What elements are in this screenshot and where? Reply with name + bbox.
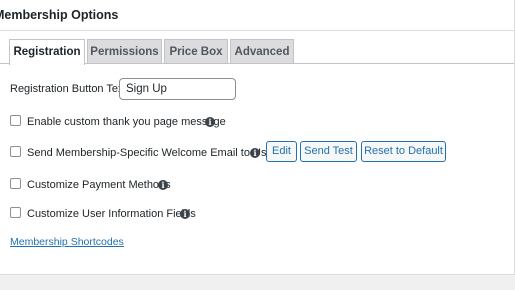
custom-thank-you-label: Enable custom thank you page message bbox=[27, 116, 226, 128]
info-icon[interactable]: i bbox=[205, 117, 215, 127]
info-icon[interactable]: i bbox=[250, 148, 260, 158]
edit-email-button[interactable]: Edit bbox=[266, 141, 297, 162]
tab-registration[interactable]: Registration bbox=[9, 39, 85, 65]
customize-payment-checkbox[interactable] bbox=[10, 178, 21, 189]
tab-advanced[interactable]: Advanced bbox=[230, 39, 294, 63]
customize-user-fields-checkbox[interactable] bbox=[10, 207, 21, 218]
tab-permissions[interactable]: Permissions bbox=[87, 39, 162, 63]
customize-user-fields-label: Customize User Information Fields bbox=[27, 208, 196, 220]
welcome-email-checkbox[interactable] bbox=[10, 146, 21, 157]
info-icon[interactable]: i bbox=[158, 180, 168, 190]
registration-button-text-input[interactable] bbox=[119, 78, 236, 100]
reset-to-default-button[interactable]: Reset to Default bbox=[361, 141, 446, 162]
send-test-button[interactable]: Send Test bbox=[300, 141, 357, 162]
custom-thank-you-checkbox[interactable] bbox=[10, 115, 21, 126]
customize-payment-label: Customize Payment Methods bbox=[27, 179, 171, 191]
info-icon[interactable]: i bbox=[180, 209, 190, 219]
panel-header: Membership Options bbox=[0, 0, 514, 31]
registration-button-text-label: Registration Button Text: bbox=[10, 83, 130, 95]
welcome-email-label: Send Membership-Specific Welcome Email t… bbox=[27, 147, 277, 159]
page-background-strip bbox=[0, 284, 515, 290]
panel-title: Membership Options bbox=[0, 8, 119, 22]
membership-shortcodes-link[interactable]: Membership Shortcodes bbox=[10, 236, 124, 248]
tab-price-box[interactable]: Price Box bbox=[164, 39, 228, 63]
membership-options-panel: Membership Options Registration Permissi… bbox=[0, 0, 515, 275]
